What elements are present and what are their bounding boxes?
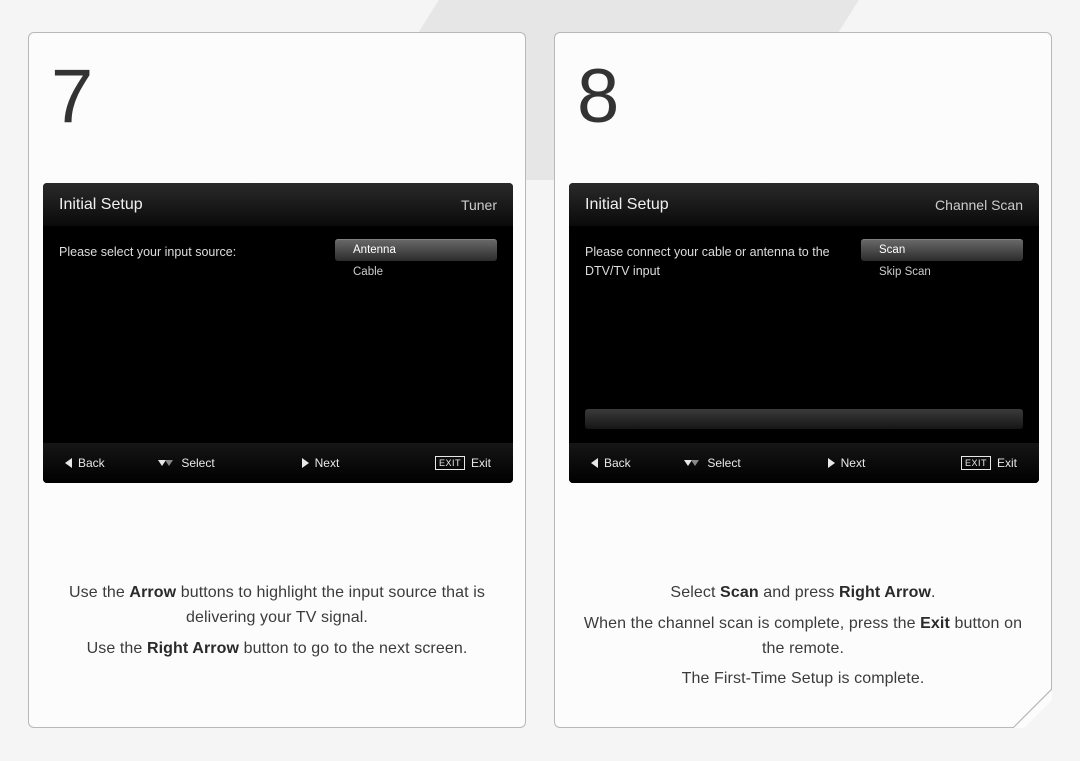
option-antenna[interactable]: Antenna <box>335 239 497 261</box>
step-number: 8 <box>555 33 1051 140</box>
nav-back[interactable]: Back <box>65 456 155 470</box>
tv-title: Initial Setup <box>585 196 669 214</box>
nav-next-label: Next <box>841 456 866 470</box>
option-scan[interactable]: Scan <box>861 239 1023 261</box>
tv-body: Please select your input source: Antenna… <box>43 227 513 443</box>
option-skip-scan[interactable]: Skip Scan <box>861 261 1023 283</box>
tv-footer: Back Select Next EXIT Exit <box>569 443 1039 483</box>
tv-screen-channel-scan: Initial Setup Channel Scan Please connec… <box>569 183 1039 483</box>
progress-bar <box>585 409 1023 429</box>
page-row: 7 Initial Setup Tuner Please select your… <box>28 32 1052 732</box>
tv-title: Initial Setup <box>59 196 143 214</box>
step-panel-8: 8 Initial Setup Channel Scan Please conn… <box>554 32 1052 728</box>
instruction-line-1: Select Scan and press Right Arrow. <box>579 581 1027 606</box>
instruction-line-1: Use the Arrow buttons to highlight the i… <box>53 581 501 631</box>
step-panel-7: 7 Initial Setup Tuner Please select your… <box>28 32 526 728</box>
option-list: Scan Skip Scan <box>861 239 1023 283</box>
option-list: Antenna Cable <box>335 239 497 283</box>
nav-select[interactable]: Select <box>158 456 298 470</box>
nav-select-label: Select <box>181 456 214 470</box>
arrow-right-icon <box>828 458 835 468</box>
nav-exit[interactable]: EXIT Exit <box>961 456 1017 470</box>
tv-prompt: Please connect your cable or antenna to … <box>585 239 845 281</box>
nav-next-label: Next <box>315 456 340 470</box>
nav-select-label: Select <box>707 456 740 470</box>
instructions: Use the Arrow buttons to highlight the i… <box>53 581 501 667</box>
tv-footer: Back Select Next EXIT Exit <box>43 443 513 483</box>
nav-back-label: Back <box>78 456 105 470</box>
instructions: Select Scan and press Right Arrow. When … <box>579 581 1027 698</box>
nav-next[interactable]: Next <box>828 456 958 470</box>
select-icon <box>158 460 175 466</box>
nav-exit[interactable]: EXIT Exit <box>435 456 491 470</box>
step-number: 7 <box>29 33 525 140</box>
arrow-left-icon <box>65 458 72 468</box>
exit-box-icon: EXIT <box>961 456 991 470</box>
nav-back-label: Back <box>604 456 631 470</box>
nav-exit-label: Exit <box>471 456 491 470</box>
nav-select[interactable]: Select <box>684 456 824 470</box>
exit-box-icon: EXIT <box>435 456 465 470</box>
tv-subtitle: Channel Scan <box>935 197 1023 213</box>
tv-body: Please connect your cable or antenna to … <box>569 227 1039 443</box>
select-icon <box>684 460 701 466</box>
tv-subtitle: Tuner <box>461 197 497 213</box>
arrow-right-icon <box>302 458 309 468</box>
option-cable[interactable]: Cable <box>335 261 497 283</box>
instruction-line-2: Use the Right Arrow button to go to the … <box>53 637 501 662</box>
nav-exit-label: Exit <box>997 456 1017 470</box>
tv-header: Initial Setup Tuner <box>43 183 513 227</box>
tv-screen-tuner: Initial Setup Tuner Please select your i… <box>43 183 513 483</box>
instruction-line-3: The First-Time Setup is complete. <box>579 667 1027 692</box>
arrow-left-icon <box>591 458 598 468</box>
nav-back[interactable]: Back <box>591 456 681 470</box>
tv-header: Initial Setup Channel Scan <box>569 183 1039 227</box>
nav-next[interactable]: Next <box>302 456 432 470</box>
instruction-line-2: When the channel scan is complete, press… <box>579 612 1027 662</box>
tv-prompt: Please select your input source: <box>59 239 319 262</box>
